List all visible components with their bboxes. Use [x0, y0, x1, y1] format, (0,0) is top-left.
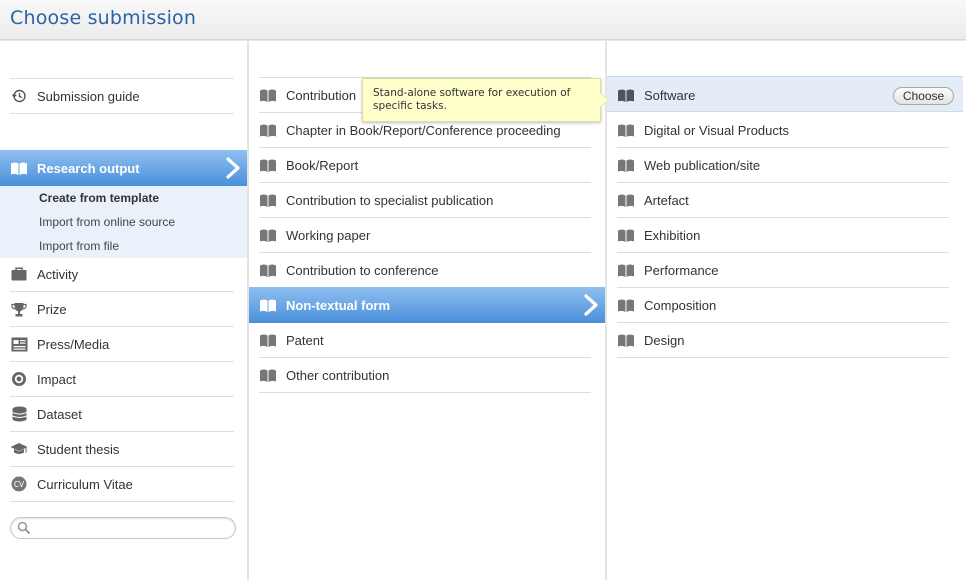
database-icon — [10, 406, 28, 422]
output-type-label: Contribution to specialist publication — [286, 192, 494, 208]
non-textual-type-label: Software — [644, 88, 696, 103]
book-icon — [259, 367, 277, 383]
sidebar-item-label: Dataset — [37, 406, 82, 422]
import-online-source-link[interactable]: Import from online source — [39, 215, 175, 229]
non-textual-type-performance[interactable]: Performance — [617, 253, 949, 288]
non-textual-type-label: Artefact — [644, 192, 689, 208]
import-from-file-link[interactable]: Import from file — [39, 239, 119, 253]
output-type-label: Contribution — [286, 87, 357, 103]
output-type-contribution-to-conference[interactable]: Contribution to conference — [259, 253, 591, 288]
svg-text:CV: CV — [14, 480, 25, 489]
non-textual-type-artefact[interactable]: Artefact — [617, 183, 949, 218]
non-textual-type-web-publication-site[interactable]: Web publication/site — [617, 148, 949, 183]
output-type-label: Chapter in Book/Report/Conference procee… — [286, 122, 561, 138]
sidebar-item-label: Activity — [37, 266, 79, 282]
non-textual-type-design[interactable]: Design — [617, 323, 949, 358]
trophy-icon — [10, 301, 28, 317]
create-from-template-link[interactable]: Create from template — [39, 191, 159, 205]
book-icon — [259, 192, 277, 208]
newspaper-icon — [10, 336, 28, 352]
book-icon — [259, 122, 277, 138]
book-icon — [259, 227, 277, 243]
history-icon — [10, 88, 28, 104]
book-icon — [617, 297, 635, 313]
output-type-contribution-to-specialist-publication[interactable]: Contribution to specialist publication — [259, 183, 591, 218]
non-textual-type-label: Performance — [644, 262, 719, 278]
book-icon — [259, 157, 277, 173]
page-header: Choose submission — [0, 0, 966, 40]
book-icon — [259, 87, 277, 103]
submission-category-column: Submission guide Research output Create … — [0, 41, 247, 580]
tooltip-arrow — [600, 93, 608, 107]
output-type-label: Patent — [286, 332, 324, 348]
non-textual-type-composition[interactable]: Composition — [617, 288, 949, 323]
non-textual-type-digital-or-visual-products[interactable]: Digital or Visual Products — [617, 113, 949, 148]
chevron-right-icon — [584, 294, 598, 316]
choose-button[interactable]: Choose — [893, 87, 954, 105]
target-icon — [10, 371, 28, 387]
sidebar-item-research-output[interactable]: Research output — [0, 150, 247, 186]
submission-guide-link[interactable]: Submission guide — [10, 79, 234, 114]
briefcase-icon — [10, 266, 28, 282]
submission-guide-label: Submission guide — [37, 88, 140, 104]
output-type-other-contribution[interactable]: Other contribution — [259, 358, 591, 393]
graduation-cap-icon — [10, 441, 28, 457]
output-type-non-textual-form[interactable]: Non-textual form — [249, 287, 605, 323]
chevron-right-icon — [226, 157, 240, 179]
book-icon — [617, 157, 635, 173]
book-icon — [10, 160, 28, 176]
page-title: Choose submission — [10, 7, 197, 29]
sidebar-item-activity[interactable]: Activity — [10, 257, 234, 292]
sidebar-item-dataset[interactable]: Dataset — [10, 397, 234, 432]
sidebar-item-label: Student thesis — [37, 441, 120, 457]
sidebar-item-press-media[interactable]: Press/Media — [10, 327, 234, 362]
non-textual-type-exhibition[interactable]: Exhibition — [617, 218, 949, 253]
output-type-book-report[interactable]: Book/Report — [259, 148, 591, 183]
search-icon — [17, 521, 31, 535]
output-type-patent[interactable]: Patent — [259, 323, 591, 358]
sidebar-item-prize[interactable]: Prize — [10, 292, 234, 327]
book-icon — [259, 332, 277, 348]
search-input[interactable] — [35, 520, 231, 536]
book-icon — [617, 88, 635, 104]
book-icon — [259, 297, 277, 313]
cv-icon: CV — [10, 476, 28, 492]
research-output-submenu: Create from template Import from online … — [0, 186, 247, 258]
tooltip-text: Stand-alone software for execution of sp… — [373, 87, 571, 112]
book-icon — [259, 262, 277, 278]
tooltip: Stand-alone software for execution of sp… — [362, 78, 609, 122]
sidebar-item-label: Press/Media — [37, 336, 110, 352]
sidebar-item-label: Curriculum Vitae — [37, 476, 133, 492]
output-type-label: Other contribution — [286, 367, 390, 383]
output-type-label: Contribution to conference — [286, 262, 439, 278]
book-icon — [617, 227, 635, 243]
sidebar-item-impact[interactable]: Impact — [10, 362, 234, 397]
non-textual-type-label: Design — [644, 332, 685, 348]
book-icon — [617, 192, 635, 208]
non-textual-type-label: Digital or Visual Products — [644, 122, 789, 138]
book-icon — [617, 122, 635, 138]
book-icon — [617, 262, 635, 278]
sidebar-item-student-thesis[interactable]: Student thesis — [10, 432, 234, 467]
output-type-label: Working paper — [286, 227, 371, 243]
output-type-working-paper[interactable]: Working paper — [259, 218, 591, 253]
output-type-label: Non-textual form — [286, 297, 390, 313]
search-box — [10, 517, 236, 539]
sidebar-item-label: Research output — [37, 160, 140, 176]
non-textual-type-label: Exhibition — [644, 227, 701, 243]
non-textual-type-label: Composition — [644, 297, 717, 313]
sidebar-item-curriculum-vitae[interactable]: CV Curriculum Vitae — [10, 467, 234, 502]
sidebar-item-label: Prize — [37, 301, 67, 317]
sidebar-item-label: Impact — [37, 371, 77, 387]
output-type-label: Book/Report — [286, 157, 359, 173]
non-textual-form-type-column: Software Choose Digital or Visual Products… — [607, 41, 966, 580]
book-icon — [617, 332, 635, 348]
non-textual-type-label: Web publication/site — [644, 157, 761, 173]
